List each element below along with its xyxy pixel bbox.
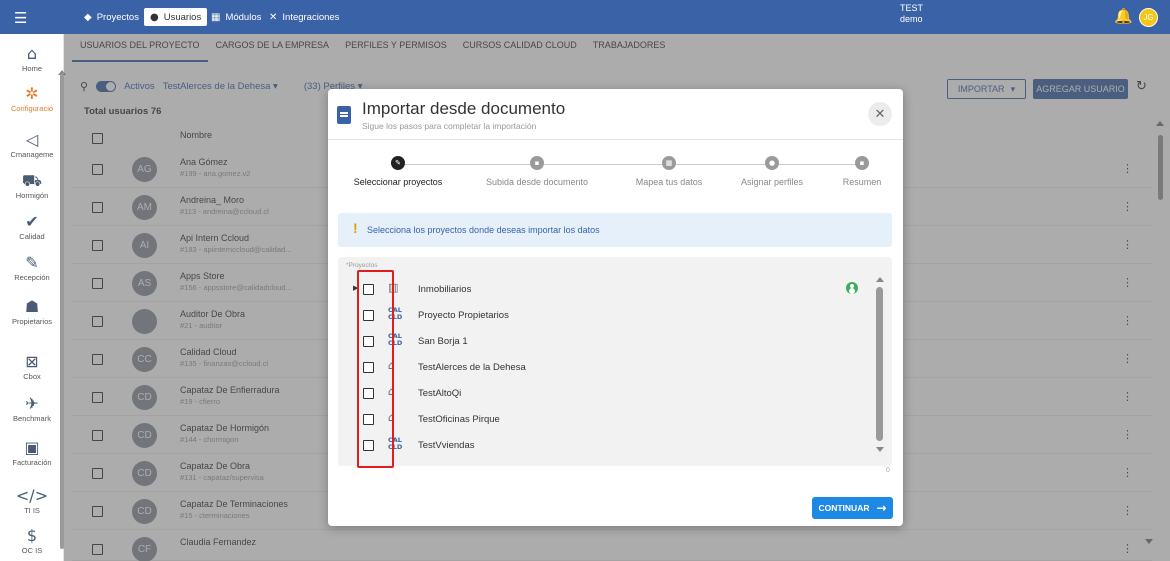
step-connector (405, 164, 530, 165)
projects-list: *Proyectos ▶ ▥ Inmobiliarios CAL CLD Proy… (338, 257, 892, 468)
selected-counter: 0 (886, 467, 890, 474)
exclamation-icon: ! (353, 220, 358, 236)
list-item[interactable]: ⌂ TestOficinas Pirque (338, 406, 868, 432)
person-icon: ● (150, 11, 159, 23)
modal-title: Importar desde documento (362, 99, 566, 118)
tab-integraciones[interactable]: ✕ Integraciones (263, 8, 345, 26)
sidebar-item-calidad[interactable]: ✔ Calidad (0, 212, 64, 241)
config-icon: ✲ (25, 84, 39, 103)
modal-subtitle: Sigue los pasos para completar la import… (362, 121, 537, 131)
pencil-icon: ✎ (391, 156, 405, 170)
profiles-icon: ● (765, 156, 779, 170)
list-scrollbar[interactable] (876, 287, 883, 441)
person-icon (846, 282, 858, 294)
code-icon: </> (15, 486, 49, 505)
list-item[interactable]: CAL CLD San Borja 1 (338, 328, 868, 354)
projects-label: *Proyectos (346, 262, 378, 269)
step-connector (779, 164, 855, 165)
top-bar: ☰ ◆ Proyectos ● Usuarios ▦ Módulos ✕ Int… (0, 0, 1170, 34)
import-modal: Importar desde documento Sigue los pasos… (328, 89, 903, 526)
tab-modulos[interactable]: ▦ Módulos (205, 8, 267, 26)
billing-icon: ▣ (24, 438, 40, 457)
sidebar-item-oc-is[interactable]: $ OC IS (0, 526, 64, 555)
bell-icon[interactable]: 🔔 (1114, 7, 1133, 25)
reception-icon: ✎ (25, 253, 39, 272)
list-item[interactable]: CAL CLD TestVviendas (338, 432, 868, 458)
upload-doc-icon: ▪ (530, 156, 544, 170)
list-item[interactable]: CAL CLD Proyecto Propietarios (338, 302, 868, 328)
highlight-outline (357, 270, 394, 468)
cmanagement-icon: ◁ (25, 130, 39, 149)
step-label-upload: Subida desde documento (485, 177, 589, 187)
tag-icon: ◆ (84, 11, 92, 23)
continue-button[interactable]: CONTINUAR → (812, 497, 893, 519)
step-connector (544, 164, 662, 165)
concrete-icon: ⛟ (21, 171, 43, 190)
map-data-icon: ▦ (662, 156, 676, 170)
dollar-icon: $ (26, 526, 38, 545)
step-label-select-projects: Seleccionar proyectos (353, 177, 443, 187)
tab-usuarios[interactable]: ● Usuarios (144, 8, 208, 26)
sidebar: ⌂ Home ✲ Configuració ◁ Cmanageme ⛟ Hormigón… (0, 34, 66, 561)
quality-icon: ✔ (25, 212, 39, 231)
sidebar-item-hormigon[interactable]: ⛟ Hormigón (0, 171, 64, 200)
step-label-assign-profiles: Asignar perfiles (740, 177, 804, 187)
arrow-right-icon: → (876, 501, 887, 515)
integration-icon: ✕ (269, 11, 278, 23)
grid-icon: ▦ (211, 11, 221, 23)
sidebar-item-cbox[interactable]: ⊠ Cbox (0, 352, 64, 381)
sidebar-item-ti-is[interactable]: </> TI IS (0, 486, 64, 515)
owners-icon: ☗ (24, 297, 40, 316)
step-label-summary: Resumen (842, 177, 882, 187)
tab-proyectos[interactable]: ◆ Proyectos (78, 8, 145, 26)
list-item[interactable]: ⌂ TestAltoQi (338, 380, 868, 406)
sidebar-item-recepcion[interactable]: ✎ Recepción (0, 253, 64, 282)
list-item[interactable]: ▶ ▥ Inmobiliarios (338, 276, 868, 302)
list-item[interactable]: ⌂ TestAlerces de la Dehesa (338, 354, 868, 380)
company-selector[interactable]: TEST demo (900, 3, 923, 25)
info-banner: ! Selecciona los proyectos donde deseas … (338, 213, 892, 247)
sidebar-item-benchmark[interactable]: ✈ Benchmark (0, 394, 64, 423)
summary-icon: ▪ (855, 156, 869, 170)
step-connector (676, 164, 765, 165)
close-icon[interactable]: ✕ (868, 102, 892, 126)
step-label-map-data: Mapea tus datos (635, 177, 703, 187)
list-scroll-up-icon[interactable] (876, 277, 884, 282)
sidebar-item-cmanagement[interactable]: ◁ Cmanageme (0, 130, 64, 159)
cbox-icon: ⊠ (25, 352, 39, 371)
sidebar-item-home[interactable]: ⌂ Home (0, 44, 64, 73)
home-icon: ⌂ (26, 44, 38, 63)
document-icon (337, 106, 351, 124)
benchmark-icon: ✈ (25, 394, 39, 413)
sidebar-item-facturacion[interactable]: ▣ Facturación (0, 438, 64, 467)
sidebar-item-configuracion[interactable]: ✲ Configuració (0, 84, 64, 113)
list-scroll-down-icon[interactable] (876, 447, 884, 452)
hamburger-menu-icon[interactable]: ☰ (14, 9, 27, 27)
sidebar-item-propietarios[interactable]: ☗ Propietarios (0, 297, 64, 326)
modal-divider (328, 139, 903, 140)
user-avatar[interactable]: JG (1139, 8, 1158, 27)
